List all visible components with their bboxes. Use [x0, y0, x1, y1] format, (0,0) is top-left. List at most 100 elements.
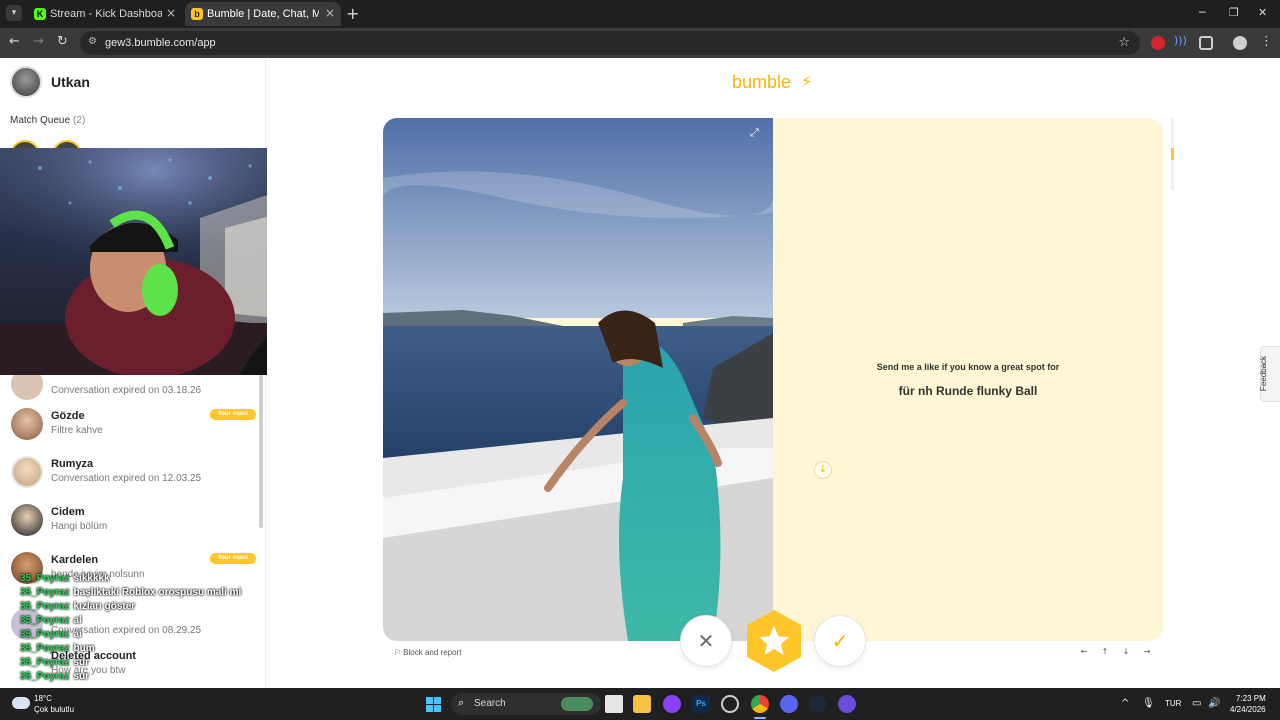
network-icon[interactable]: ▭ — [1192, 698, 1201, 709]
tab-search-chevron-icon[interactable]: ▾ — [6, 5, 22, 21]
match-queue-label: Match Queue (2) — [10, 115, 85, 126]
obs-icon[interactable] — [721, 695, 739, 713]
keyboard-hints: ← ↑ ↓ → — [1079, 647, 1163, 656]
clock-time[interactable]: 7:23 PM — [1236, 694, 1266, 703]
conversation-message: Hangi bölüm — [51, 521, 108, 532]
new-tab-plus-icon[interactable]: + — [346, 4, 359, 23]
superswipe-star-icon — [747, 610, 801, 672]
bumble-favicon-icon: b — [191, 8, 203, 20]
chat-message: 35_Poyraz bum — [20, 642, 260, 656]
taskbar-search[interactable]: ⌕ Search — [451, 693, 601, 715]
chat-message: 35_Poyraz başlıktaki Roblox orospusu mali… — [20, 586, 260, 600]
file-explorer-icon[interactable] — [633, 695, 651, 713]
tab-close-icon[interactable]: × — [166, 6, 176, 20]
conversation-name: Gözde — [51, 410, 85, 422]
task-view-icon[interactable] — [605, 695, 623, 713]
conversation-item[interactable]: Rumyza Conversation expired on 12.03.25 — [0, 452, 258, 496]
app-violet-icon[interactable] — [838, 695, 856, 713]
conversation-message: Filtre kahve — [51, 425, 103, 436]
profile-avatar-icon[interactable] — [1233, 36, 1247, 50]
conversation-name: Rumyza — [51, 458, 94, 470]
tab-title: Bumble | Date, Chat, Meet New — [207, 8, 319, 20]
chat-username: 35_Poyraz — [20, 601, 70, 612]
chat-text: ai — [73, 629, 82, 640]
extension-red-icon[interactable] — [1151, 36, 1165, 50]
superswipe-button[interactable] — [741, 608, 807, 674]
conversation-item[interactable]: Gözde Filtre kahve Your move — [0, 404, 258, 448]
window-close-icon[interactable]: ✕ — [1258, 6, 1267, 19]
tab-bumble[interactable]: b Bumble | Date, Chat, Meet New × — [185, 2, 341, 26]
up-arrow-key-icon: ↑ — [1101, 647, 1109, 656]
site-info-icon[interactable]: ⚙ — [88, 36, 97, 47]
active-app-indicator — [754, 717, 766, 719]
feedback-tab[interactable]: Feedback — [1259, 346, 1280, 402]
avatar — [11, 504, 43, 536]
chat-text: sikkkkk — [73, 573, 110, 584]
flag-icon: ⚐ — [394, 648, 402, 657]
forward-arrow-icon[interactable]: → — [33, 34, 44, 49]
volume-icon[interactable]: 🔊 — [1208, 698, 1220, 709]
search-highlight-art — [561, 697, 593, 711]
profile-card: ⤢ Send me a like if you know a great spo… — [383, 118, 1163, 641]
checkmark-icon: ✓ — [831, 629, 849, 653]
avatar — [11, 456, 43, 488]
bumble-logo: bumble — [732, 72, 792, 92]
match-queue-count: (2) — [73, 115, 86, 126]
tab-kick-dashboard[interactable]: K Stream - Kick Dashboard × — [28, 2, 182, 26]
app-purple-icon[interactable] — [663, 695, 681, 713]
bookmark-star-icon[interactable]: ☆ — [1118, 35, 1130, 50]
more-menu-icon[interactable]: ⋮ — [1260, 34, 1273, 49]
profile-photo-image — [383, 118, 773, 641]
like-button[interactable]: ✓ — [814, 615, 866, 667]
chat-username: 35_Poyraz — [20, 671, 70, 682]
minimize-icon[interactable]: ─ — [1199, 6, 1206, 19]
prompt-label: Send me a like if you know a great spot … — [876, 362, 1060, 372]
microphone-icon[interactable]: 🎙 — [1142, 698, 1155, 709]
chat-text: sur — [73, 671, 90, 682]
bumble-main: bumble ⚡ ⤢ Send me a like if you know a … — [267, 58, 1280, 688]
input-language[interactable]: TUR — [1165, 699, 1181, 708]
profile-photo[interactable]: ⤢ — [383, 118, 773, 641]
browser-tab-bar: ▾ K Stream - Kick Dashboard × b Bumble |… — [0, 0, 1280, 28]
weather-description[interactable]: Çok bulutlu — [34, 705, 74, 714]
clock-date[interactable]: 4/24/2026 — [1230, 705, 1266, 714]
conversation-message: Conversation expired on 03.18.26 — [51, 385, 202, 396]
address-bar[interactable]: ⚙ gew3.bumble.com/app ☆ — [80, 31, 1140, 55]
chrome-icon[interactable] — [751, 695, 769, 713]
chat-username: 35_Poyraz — [20, 587, 70, 598]
extensions-puzzle-icon[interactable] — [1199, 36, 1213, 50]
chat-message: 35_Poyraz sikkkkk — [20, 572, 260, 586]
reload-icon[interactable]: ↻ — [57, 34, 68, 49]
pass-button[interactable]: ✕ — [680, 615, 732, 667]
windows-start-icon[interactable] — [426, 697, 441, 712]
profile-scroll-thumb[interactable] — [1171, 148, 1174, 160]
extension-audio-icon[interactable]: ))) — [1174, 34, 1188, 48]
tray-chevron-icon[interactable]: ^ — [1121, 698, 1129, 709]
weather-temperature[interactable]: 18°C — [34, 694, 52, 703]
back-arrow-icon[interactable]: ← — [9, 34, 20, 49]
restore-icon[interactable]: ❐ — [1229, 6, 1239, 19]
block-and-report-link[interactable]: ⚐ Block and report — [394, 648, 461, 657]
user-avatar[interactable] — [10, 66, 42, 98]
steam-icon[interactable] — [809, 695, 827, 713]
chat-username: 35_Poyraz — [20, 657, 70, 668]
chat-username: 35_Poyraz — [20, 573, 70, 584]
user-name[interactable]: Utkan — [51, 74, 90, 90]
scroll-down-arrow-icon[interactable]: ↓ — [814, 461, 832, 479]
tab-close-icon[interactable]: × — [325, 6, 335, 20]
cloud-icon[interactable] — [12, 697, 30, 709]
conversation-item[interactable]: Cidem Hangi bölüm — [0, 500, 258, 544]
block-report-label: Block and report — [403, 648, 462, 657]
bumble-bolt-icon: ⚡ — [801, 72, 813, 91]
search-icon: ⌕ — [458, 696, 465, 709]
tab-title: Stream - Kick Dashboard — [50, 8, 162, 20]
chat-message: 35_Poyraz sur — [20, 656, 260, 670]
chat-message: 35_Poyraz sur — [20, 670, 260, 684]
expand-icon[interactable]: ⤢ — [750, 126, 762, 139]
discord-icon[interactable] — [780, 695, 798, 713]
your-move-badge: Your move — [210, 553, 256, 564]
prompt-answer: für nh Runde flunky Ball — [898, 384, 1038, 398]
photoshop-icon[interactable]: Ps — [692, 695, 710, 713]
feedback-label: Feedback — [1259, 355, 1269, 392]
chat-message: 35_Poyraz kızları göster — [20, 600, 260, 614]
